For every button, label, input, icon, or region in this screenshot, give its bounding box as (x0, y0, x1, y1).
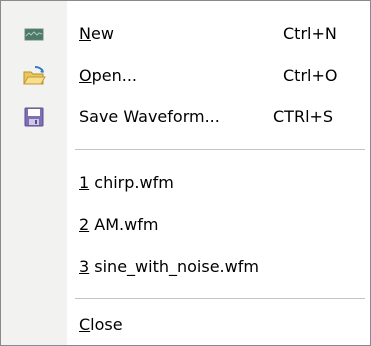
menu-item-new-label: ew (90, 24, 114, 43)
menu-item-new-mnemonic: N (79, 24, 91, 43)
open-folder-icon (22, 65, 46, 87)
menu-item-open-shortcut: Ctrl+O (283, 66, 338, 85)
menu-item-close-mnemonic: C (79, 315, 91, 334)
save-floppy-icon (22, 106, 46, 128)
waveform-icon (22, 23, 46, 45)
menu-item-open[interactable]: Open... Ctrl+O (1, 58, 370, 94)
menu-item-new[interactable]: New Ctrl+N (1, 16, 370, 52)
recent-file-2-label: AM.wfm (89, 215, 159, 234)
menu-item-close-label: lose (90, 315, 123, 334)
file-menu: New Ctrl+N Open... Ctrl+O Save Waveform.… (0, 0, 371, 346)
menu-item-close[interactable]: Close (1, 307, 370, 343)
menu-item-new-shortcut: Ctrl+N (283, 24, 337, 43)
recent-file-1[interactable]: 1 chirp.wfm (1, 165, 370, 201)
menu-item-open-mnemonic: O (79, 66, 92, 85)
recent-file-2-mnemonic: 2 (79, 215, 90, 234)
menu-item-open-label: pen... (91, 66, 137, 85)
recent-file-2[interactable]: 2 AM.wfm (1, 207, 370, 243)
recent-file-3[interactable]: 3 sine_with_noise.wfm (1, 249, 370, 285)
menu-item-save-waveform-shortcut: CTRl+S (273, 107, 334, 126)
menu-item-save-waveform-label: Save Waveform... (79, 107, 220, 126)
menu-separator (75, 298, 365, 299)
menu-separator (75, 149, 365, 150)
recent-file-1-mnemonic: 1 (79, 173, 90, 192)
menu-item-save-waveform[interactable]: Save Waveform... CTRl+S (1, 99, 370, 135)
recent-file-1-label: chirp.wfm (89, 173, 174, 192)
recent-file-3-mnemonic: 3 (79, 257, 90, 276)
recent-file-3-label: sine_with_noise.wfm (89, 257, 259, 276)
